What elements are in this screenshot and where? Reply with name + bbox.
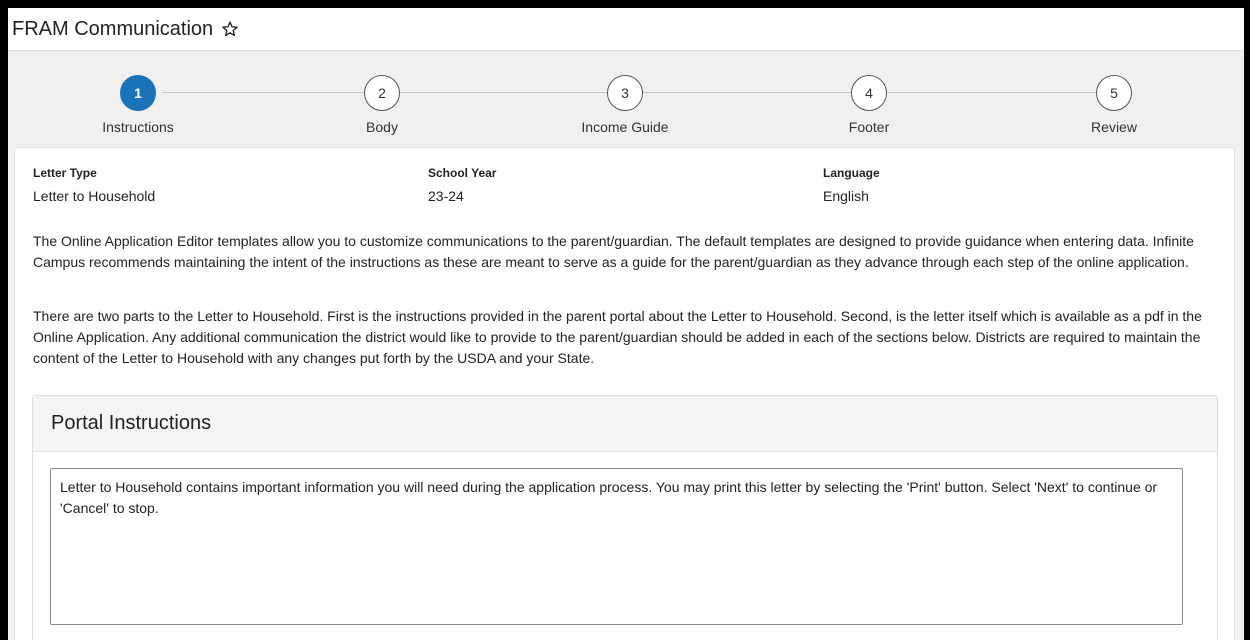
step-review[interactable]: 5 Review [1044,75,1184,135]
step-number: 1 [120,75,156,111]
portal-instructions-section: Portal Instructions Letter to Household … [32,395,1218,640]
school-year-label: School Year [428,166,497,180]
language-value: English [823,188,869,204]
school-year-value: 23-24 [428,188,464,204]
school-year-field: School Year 23-24 [428,166,496,204]
step-label: Footer [848,119,890,135]
step-body[interactable]: 2 Body [312,75,452,135]
star-icon[interactable] [221,20,239,38]
portal-instructions-header: Portal Instructions [33,396,1217,452]
step-label: Instructions [102,119,174,135]
step-number: 3 [607,75,643,111]
page-title: FRAM Communication [12,17,214,40]
letter-parts-paragraph: There are two parts to the Letter to Hou… [33,308,1202,366]
letter-info: Letter Type Letter to Household School Y… [15,148,1234,218]
language-label: Language [823,166,880,180]
step-number: 2 [364,75,400,111]
letter-type-value: Letter to Household [33,188,156,204]
step-label: Review [1091,119,1137,135]
letter-type-label: Letter Type [33,166,97,180]
step-number: 5 [1096,75,1132,111]
step-label: Body [366,119,398,135]
app-window: FRAM Communication 1 Instructions 2 Body… [8,8,1244,640]
language-field: Language English [823,166,880,204]
wizard-stepper: 1 Instructions 2 Body 3 Income Guide 4 F… [8,51,1244,147]
step-instructions[interactable]: 1 Instructions [68,75,208,135]
step-footer[interactable]: 4 Footer [799,75,939,135]
instructions-panel: Letter Type Letter to Household School Y… [14,147,1235,640]
title-bar: FRAM Communication [8,8,1244,51]
step-income-guide[interactable]: 3 Income Guide [555,75,695,135]
portal-instructions-textarea[interactable]: Letter to Household contains important i… [50,468,1183,625]
portal-instructions-title: Portal Instructions [51,412,212,434]
letter-type-field: Letter Type Letter to Household [33,166,155,204]
step-label: Income Guide [581,119,669,135]
intro-paragraph: The Online Application Editor templates … [33,233,1194,270]
step-number: 4 [851,75,887,111]
